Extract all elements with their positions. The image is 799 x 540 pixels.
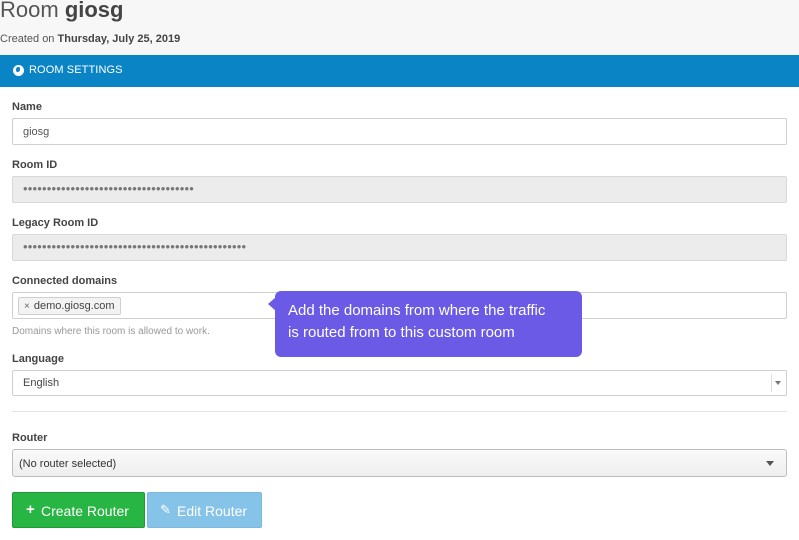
section-divider: [12, 411, 787, 412]
select-separator: [771, 374, 772, 392]
page-title: Room giosg: [0, 0, 123, 23]
connected-domains-label: Connected domains: [12, 275, 118, 287]
legacy-room-id-field[interactable]: ••••••••••••••••••••••••••••••••••••••••…: [12, 234, 787, 261]
globe-icon: [13, 65, 24, 76]
remove-tag-icon[interactable]: ×: [24, 301, 30, 312]
created-info: Created on Thursday, July 25, 2019: [0, 33, 180, 45]
room-settings-title: ROOM SETTINGS: [29, 64, 123, 76]
create-router-label: Create Router: [41, 503, 129, 519]
onboarding-tooltip: Add the domains from where the traffic i…: [268, 291, 582, 357]
legacy-room-id-label: Legacy Room ID: [12, 217, 99, 229]
domain-tag: × demo.giosg.com: [18, 297, 121, 315]
language-select[interactable]: English: [12, 370, 787, 396]
page-header: Room giosg Created on Thursday, July 25,…: [0, 0, 799, 55]
plus-icon: +: [26, 501, 35, 518]
name-value: giosg: [23, 126, 50, 138]
room-id-label: Room ID: [12, 159, 58, 171]
router-select[interactable]: (No router selected): [12, 449, 787, 477]
language-label: Language: [12, 353, 64, 365]
created-prefix: Created on: [0, 33, 55, 45]
edit-router-button[interactable]: ✎ Edit Router: [147, 492, 262, 528]
tooltip-line-2: is routed from to this custom room: [288, 324, 515, 341]
created-date: Thursday, July 25, 2019: [57, 33, 181, 45]
edit-router-label: Edit Router: [177, 503, 248, 519]
legacy-room-id-masked-value: ••••••••••••••••••••••••••••••••••••••••…: [23, 239, 247, 254]
room-id-masked-value: ••••••••••••••••••••••••••••••••••••: [23, 181, 195, 196]
tooltip-line-1: Add the domains from where the traffic: [288, 302, 546, 319]
router-label: Router: [12, 432, 48, 444]
router-value: (No router selected): [19, 458, 117, 470]
domains-help-text: Domains where this room is allowed to wo…: [12, 326, 210, 337]
domain-tag-label: demo.giosg.com: [33, 300, 115, 312]
pencil-icon: ✎: [160, 502, 171, 517]
create-router-button[interactable]: + Create Router: [12, 492, 145, 528]
name-input[interactable]: giosg: [12, 118, 787, 145]
room-name-title: giosg: [64, 0, 124, 22]
name-label: Name: [12, 101, 42, 113]
chevron-down-icon: [766, 461, 774, 466]
chevron-down-icon: [775, 381, 781, 385]
room-id-field[interactable]: ••••••••••••••••••••••••••••••••••••: [12, 176, 787, 203]
language-value: English: [23, 377, 60, 389]
title-prefix: Room: [0, 0, 59, 22]
room-settings-heading: ROOM SETTINGS: [0, 55, 799, 87]
